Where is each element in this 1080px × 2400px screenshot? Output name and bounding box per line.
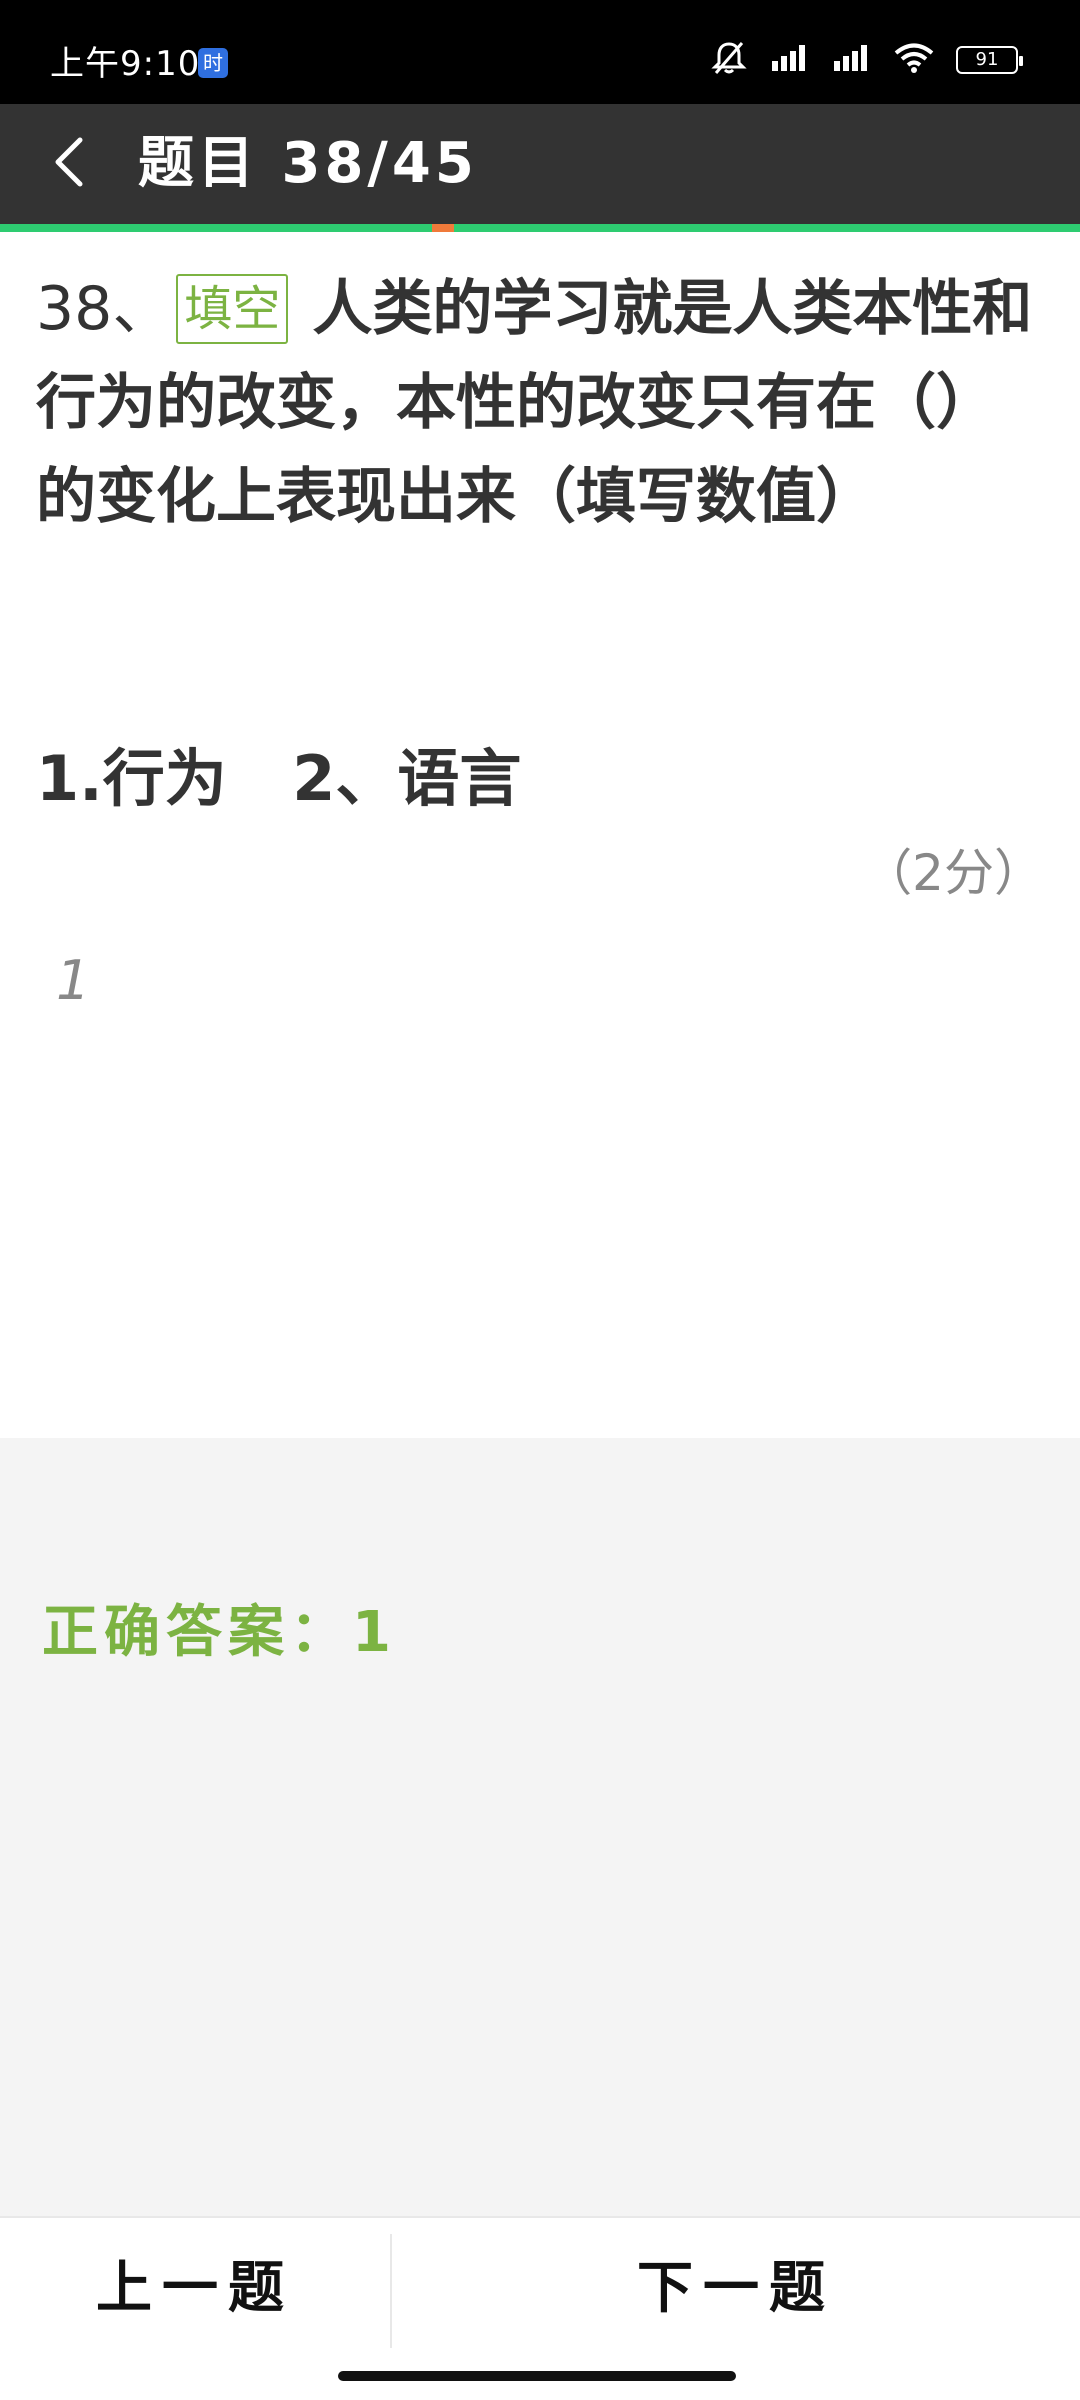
progress-bar [0,224,1080,232]
progress-marker [432,224,454,232]
chevron-left-icon [50,136,90,192]
user-answer: 1 [56,949,91,1012]
signal-icon [770,43,810,77]
question-options: 1.行为 2、语言 [36,732,565,826]
notification-badge: 时 [198,48,228,78]
home-indicator[interactable] [338,2371,736,2381]
prev-question-button[interactable]: 上一题 [0,2218,390,2348]
bell-off-icon [710,39,748,81]
question-type-badge: 填空 [176,274,289,344]
back-button[interactable] [34,128,106,200]
status-icons: 91 [710,39,1023,81]
next-question-button[interactable]: 下一题 [392,2218,1080,2348]
page-title: 题目 38/45 [138,131,478,196]
battery-icon: 91 [956,46,1023,74]
question-text-block: 38、 填空 人类的学习就是人类本性和行为的改变，本性的改变只有在（）的变化上表现出… [36,262,1046,544]
signal-icon [832,43,872,77]
option-item: 2、语言 [292,742,522,815]
option-item: 1.行为 [36,742,227,815]
wifi-icon [894,42,934,78]
status-time: 上午9:10 [50,44,201,84]
answer-panel: 正确答案：1 [0,1438,1080,2216]
app-bar: 题目 38/45 [0,104,1080,224]
question-number: 38、 [36,274,173,344]
status-bar: 上午9:10 时 91 [0,0,1080,104]
correct-answer: 正确答案：1 [42,1600,397,1665]
question-score: （2分） [862,844,1044,902]
